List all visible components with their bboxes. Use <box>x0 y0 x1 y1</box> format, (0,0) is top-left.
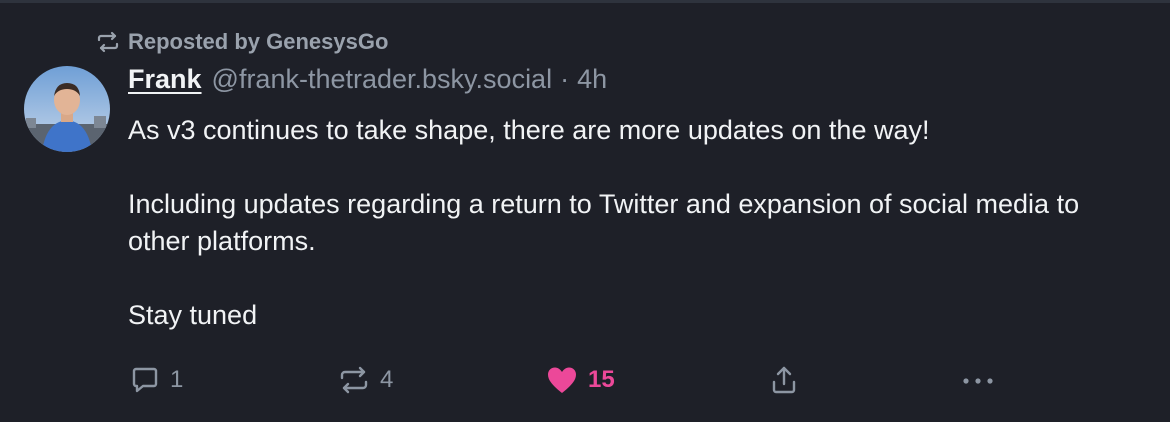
author-handle[interactable]: @frank-thetrader.bsky.social <box>212 64 553 95</box>
like-button[interactable]: 15 <box>546 360 615 400</box>
more-options-button[interactable] <box>960 360 996 400</box>
reply-icon <box>132 367 158 393</box>
repost-icon <box>340 366 368 394</box>
top-divider <box>0 0 1170 3</box>
like-count: 15 <box>588 366 615 393</box>
post-header: Frank @frank-thetrader.bsky.social · 4h <box>128 64 607 100</box>
post-actions: 1 4 15 <box>0 360 1170 400</box>
post-timestamp[interactable]: 4h <box>577 64 607 95</box>
repost-button[interactable]: 4 <box>338 360 393 400</box>
repost-label: Reposted by GenesysGo <box>128 29 389 54</box>
post-paragraph: Stay tuned <box>128 300 258 330</box>
repost-icon <box>97 31 119 53</box>
repost-context[interactable]: Reposted by GenesysGo <box>96 28 388 56</box>
share-icon <box>772 366 796 394</box>
heart-icon <box>548 367 576 393</box>
post-paragraph: Including updates regarding a return to … <box>128 189 1080 256</box>
post-paragraph: As v3 continues to take shape, there are… <box>128 115 930 145</box>
author-name[interactable]: Frank <box>128 64 202 95</box>
header-separator: · <box>560 64 570 94</box>
post-text: As v3 continues to take shape, there are… <box>128 112 1128 334</box>
reply-button[interactable]: 1 <box>130 360 183 400</box>
repost-count: 4 <box>380 366 394 393</box>
more-icon <box>963 378 993 384</box>
author-avatar[interactable] <box>24 66 110 152</box>
share-button[interactable] <box>769 360 799 400</box>
reply-count: 1 <box>170 366 184 393</box>
